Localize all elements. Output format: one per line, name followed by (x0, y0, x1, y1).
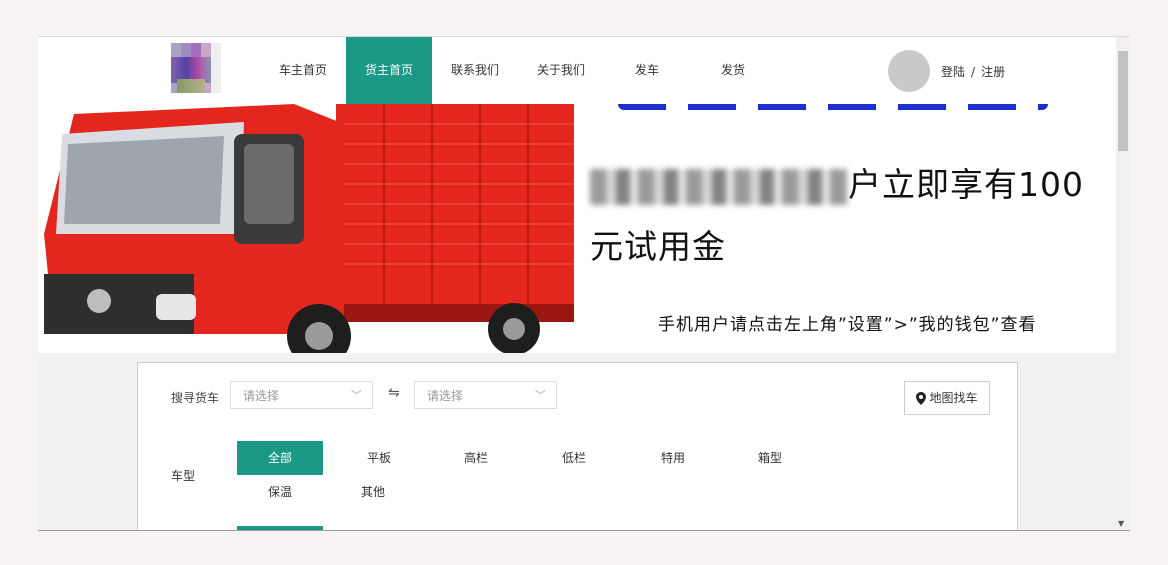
login-link[interactable]: 登陆 (941, 65, 965, 79)
site-logo[interactable] (171, 43, 221, 93)
redacted-text (590, 168, 848, 205)
type-option-high-rail[interactable]: 高栏 (433, 441, 519, 475)
map-find-truck-button[interactable]: 地图找车 (904, 381, 990, 415)
main-nav: 车主首页 货主首页 联系我们 关于我们 发车 发货 (260, 37, 776, 104)
nav-contact[interactable]: 联系我们 (432, 37, 518, 104)
nav-post-cargo[interactable]: 发货 (690, 37, 776, 104)
origin-placeholder: 请选择 (243, 389, 280, 403)
vehicle-type-label: 车型 (171, 469, 196, 483)
type-option-special[interactable]: 特用 (630, 441, 716, 475)
type-option-box[interactable]: 箱型 (727, 441, 813, 475)
map-button-label: 地图找车 (929, 391, 978, 405)
auth-separator: / (971, 65, 976, 79)
register-link[interactable]: 注册 (981, 65, 1005, 79)
type-option-other[interactable]: 其他 (330, 475, 416, 509)
type-option-low-rail[interactable]: 低栏 (531, 441, 617, 475)
search-label: 搜寻货车 (171, 391, 220, 405)
truck-illustration (44, 104, 574, 353)
auth-links: 登陆 / 注册 (941, 63, 1005, 80)
type-option-insulated[interactable]: 保温 (237, 475, 323, 509)
promo-headline: 户立即享有100 (590, 158, 1084, 206)
site-header: 车主首页 货主首页 联系我们 关于我们 发车 发货 登陆 / 注册 (38, 37, 1116, 104)
promo-banner[interactable]: 户立即享有100 元试用金 手机用户请点击左上角”设置”>”我的钱包”查看 (38, 104, 1116, 353)
vertical-scrollbar[interactable]: ▼ (1116, 37, 1130, 530)
chevron-down-icon: ﹀ (535, 389, 546, 402)
scrollbar-thumb[interactable] (1118, 51, 1128, 151)
promo-instructions: 手机用户请点击左上角”设置”>”我的钱包”查看 (658, 315, 1037, 335)
promo-subheadline: 元试用金 (590, 227, 726, 266)
avatar[interactable] (888, 50, 930, 92)
nav-shipper-home[interactable]: 货主首页 (346, 37, 432, 104)
next-row-active-tab[interactable] (237, 526, 323, 530)
destination-placeholder: 请选择 (427, 389, 464, 403)
type-option-flatbed[interactable]: 平板 (336, 441, 422, 475)
chevron-down-icon: ﹀ (351, 389, 362, 402)
swap-icon[interactable]: ⇋ (388, 385, 400, 401)
banner-heading-fragment (618, 104, 1048, 110)
type-option-all[interactable]: 全部 (237, 441, 323, 475)
nav-post-vehicle[interactable]: 发车 (604, 37, 690, 104)
browser-viewport: 车主首页 货主首页 联系我们 关于我们 发车 发货 登陆 / 注册 户立即享有1… (38, 36, 1130, 531)
origin-select[interactable]: 请选择 ﹀ (230, 381, 373, 409)
nav-about[interactable]: 关于我们 (518, 37, 604, 104)
scroll-down-arrow-icon[interactable]: ▼ (1118, 519, 1124, 528)
nav-owner-home[interactable]: 车主首页 (260, 37, 346, 104)
destination-select[interactable]: 请选择 ﹀ (414, 381, 557, 409)
map-pin-icon (916, 392, 927, 405)
truck-search-panel: 搜寻货车 请选择 ﹀ ⇋ 请选择 ﹀ 地图找车 车型 全部 平板 高栏 低栏 特… (137, 362, 1018, 530)
promo-headline-text: 户立即享有100 (848, 165, 1084, 204)
